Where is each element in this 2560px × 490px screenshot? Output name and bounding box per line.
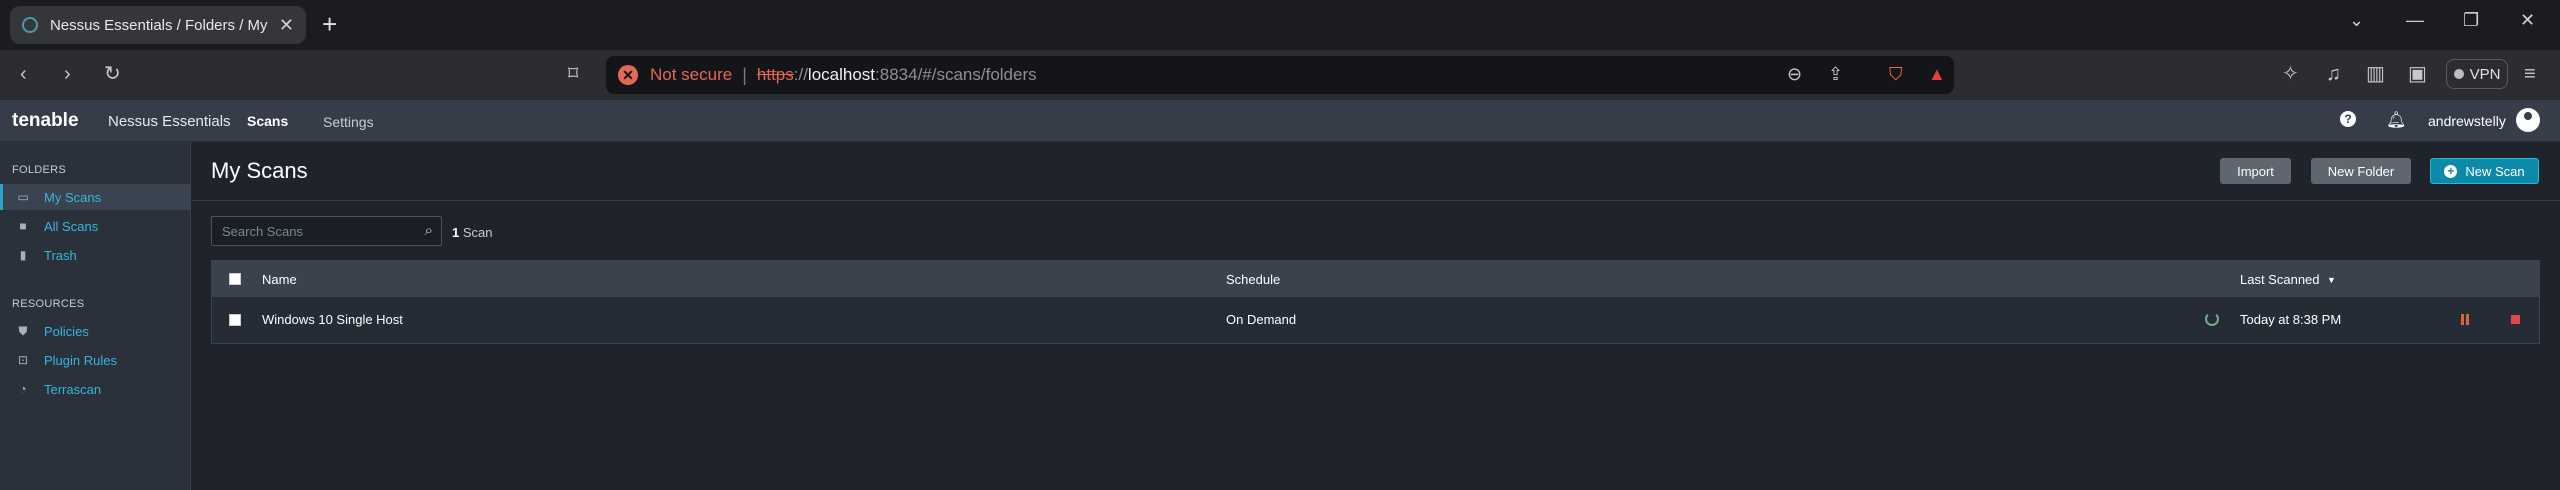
not-secure-label[interactable]: Not secure [650,65,732,85]
vpn-status-icon [2453,69,2464,79]
browser-tab[interactable]: Nessus Essentials / Folders / My ✕ [10,6,306,44]
import-button[interactable]: Import [2220,158,2291,184]
new-scan-button[interactable]: + New Scan [2430,158,2539,184]
browser-tabstrip: Nessus Essentials / Folders / My ✕ + ⌄ —… [0,0,2560,50]
sidebar-item-policies[interactable]: ⛊ Policies [0,318,190,344]
scan-count: 1 Scan [452,225,493,240]
page-title: My Scans [211,158,308,183]
sidebar-item-label: Policies [44,323,89,339]
row-checkbox[interactable] [229,314,241,326]
scan-name[interactable]: Windows 10 Single Host [262,312,403,327]
reload-icon[interactable]: ↻ [104,63,121,85]
scan-last-scanned: Today at 8:38 PM [2240,312,2342,327]
sidebar-item-terrascan[interactable]: ◔ Terrascan [0,376,190,402]
search-box: ⌕ [211,216,442,246]
sidebar-icon[interactable]: ▥ [2366,63,2385,85]
avatar[interactable] [2516,108,2540,132]
new-scan-label: New Scan [2465,163,2525,179]
vpn-label: VPN [2469,65,2501,83]
divider [191,200,2560,201]
sidebar-item-label: My Scans [44,189,102,205]
sidebar-item-label: All Scans [44,218,99,234]
scans-table: Name Schedule Last Scanned ▼ Windows 10 … [211,260,2540,344]
nav-scans[interactable]: Scans [247,113,288,129]
table-header: Name Schedule Last Scanned ▼ [212,261,2539,297]
nav-settings[interactable]: Settings [323,114,374,130]
warning-icon[interactable]: ✕ [618,65,638,85]
sidebar-item-label: Terrascan [44,381,102,397]
zoom-icon[interactable]: ⊖ [1787,64,1802,85]
tenable-logo[interactable]: tenable [12,110,79,132]
sidebar-item-plugin-rules[interactable]: ⊡ Plugin Rules [0,347,190,373]
favicon-icon [22,17,38,33]
pause-icon[interactable] [2461,314,2469,325]
trash-icon: ▮ [19,248,27,262]
wallet-icon[interactable]: ▣ [2408,63,2427,85]
sidebar-item-trash[interactable]: ▮ Trash [0,242,190,268]
resources-heading: RESOURCES [12,298,85,310]
stop-icon[interactable] [2511,315,2520,324]
plus-icon: + [2444,164,2458,178]
sidebar-item-my-scans[interactable]: ▭ My Scans [0,184,190,210]
sort-caret-icon[interactable]: ▼ [2327,275,2336,285]
new-tab-icon[interactable]: + [322,10,337,38]
extensions-icon[interactable]: ✧ [2282,63,2299,85]
column-name[interactable]: Name [262,272,297,287]
vpn-button[interactable]: VPN [2446,59,2508,89]
column-schedule[interactable]: Schedule [1226,272,1280,287]
sidebar-item-label: Trash [44,247,77,263]
search-input[interactable] [212,217,412,245]
restore-icon[interactable]: ❐ [2463,10,2479,31]
forward-icon[interactable]: › [64,63,71,85]
sidebar: FOLDERS ▭ My Scans ■ All Scans ▮ Trash R… [0,142,191,490]
back-icon[interactable]: ‹ [20,63,27,85]
music-icon[interactable]: ♫ [2326,63,2341,85]
tab-close-icon[interactable]: ✕ [279,15,294,36]
minimize-icon[interactable]: — [2406,10,2424,31]
table-row[interactable]: Windows 10 Single Host On Demand Today a… [212,297,2539,343]
bookmark-icon[interactable]: ⌑ [568,63,578,85]
share-icon[interactable]: ⇪ [1828,64,1843,85]
terrascan-icon: ◔ [19,382,27,396]
bell-icon[interactable]: 🔔︎ [2386,110,2406,130]
column-last-scanned[interactable]: Last Scanned [2240,272,2320,287]
folder-open-icon: ▭ [17,190,29,204]
new-folder-button[interactable]: New Folder [2311,158,2411,184]
brave-shield-icon[interactable]: ⛉ [1889,64,1903,85]
address-bar[interactable]: ✕ Not secure | https://localhost:8834/#/… [606,56,1954,94]
running-status-icon [2205,312,2219,326]
sidebar-item-all-scans[interactable]: ■ All Scans [0,213,190,239]
shield-icon: ⛊ [18,323,28,338]
help-icon[interactable]: ? [2340,111,2356,127]
app-header: tenable Nessus Essentials Scans Settings… [0,100,2560,142]
window-close-icon[interactable]: ✕ [2520,10,2535,31]
product-name: Nessus Essentials [108,113,231,130]
username[interactable]: andrewstelly [2428,113,2506,129]
plugin-icon: ⊡ [17,353,29,367]
divider: | [742,64,747,85]
tab-title: Nessus Essentials / Folders / My [49,16,268,34]
url-text[interactable]: https://localhost:8834/#/scans/folders [757,65,1037,85]
chevron-down-icon[interactable]: ⌄ [2349,10,2364,31]
sidebar-item-label: Plugin Rules [44,352,117,368]
search-icon[interactable]: ⌕ [425,222,433,239]
scan-schedule: On Demand [1226,312,1297,327]
brave-rewards-icon[interactable]: ▲ [1928,64,1946,85]
menu-icon[interactable]: ≡ [2524,63,2536,85]
main-content: My Scans Import New Folder + New Scan ⌕ … [191,142,2560,490]
folder-icon: ■ [19,219,27,233]
folders-heading: FOLDERS [12,164,67,176]
select-all-checkbox[interactable] [229,273,241,285]
